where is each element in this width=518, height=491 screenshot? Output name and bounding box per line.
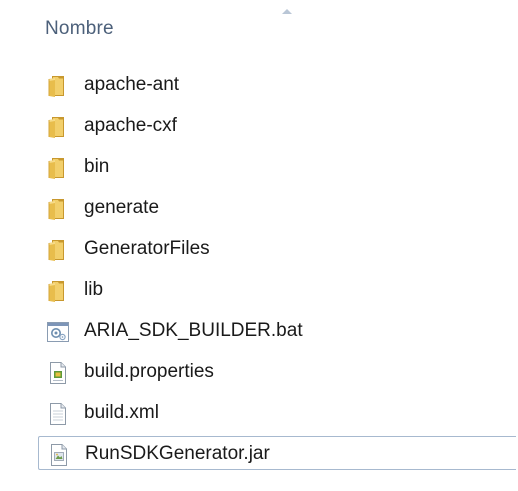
column-header-bar: Nombre xyxy=(0,0,518,60)
folder-icon xyxy=(46,238,70,262)
folder-icon xyxy=(46,197,70,221)
folder-icon xyxy=(46,74,70,98)
sort-ascending-icon[interactable] xyxy=(282,9,292,14)
folder-icon xyxy=(46,156,70,180)
list-item-apache-cxf[interactable]: apache-cxf xyxy=(38,109,516,143)
file-name: generate xyxy=(84,197,160,218)
file-name: ARIA_SDK_BUILDER.bat xyxy=(84,320,303,341)
file-name: lib xyxy=(84,279,104,300)
list-item-lib[interactable]: lib xyxy=(38,273,516,307)
text-file-icon xyxy=(46,402,70,426)
list-item-apache-ant[interactable]: apache-ant xyxy=(38,68,516,102)
file-name: GeneratorFiles xyxy=(84,238,210,259)
list-item-aria-sdk-builder-bat[interactable]: ARIA_SDK_BUILDER.bat xyxy=(38,314,516,348)
jar-file-icon xyxy=(47,443,71,467)
list-item-build-xml[interactable]: build.xml xyxy=(38,396,516,430)
properties-file-icon xyxy=(46,361,70,385)
file-name: build.xml xyxy=(84,402,159,423)
name-column-header[interactable]: Nombre xyxy=(45,18,114,40)
batch-file-icon xyxy=(46,320,70,344)
list-item-build-properties[interactable]: build.properties xyxy=(38,355,516,389)
file-name: apache-cxf xyxy=(84,115,177,136)
list-item-generate[interactable]: generate xyxy=(38,191,516,225)
list-item-bin[interactable]: bin xyxy=(38,150,516,184)
file-explorer-pane: Nombre apache-ant apache-cxf bin generat… xyxy=(0,0,518,491)
folder-icon xyxy=(46,115,70,139)
list-item-runsdkgenerator-jar[interactable]: RunSDKGenerator.jar xyxy=(38,436,516,470)
folder-icon xyxy=(46,279,70,303)
file-name: bin xyxy=(84,156,110,177)
file-name: apache-ant xyxy=(84,74,180,95)
file-name: RunSDKGenerator.jar xyxy=(85,443,270,464)
file-name: build.properties xyxy=(84,361,214,382)
list-item-generatorfiles[interactable]: GeneratorFiles xyxy=(38,232,516,266)
